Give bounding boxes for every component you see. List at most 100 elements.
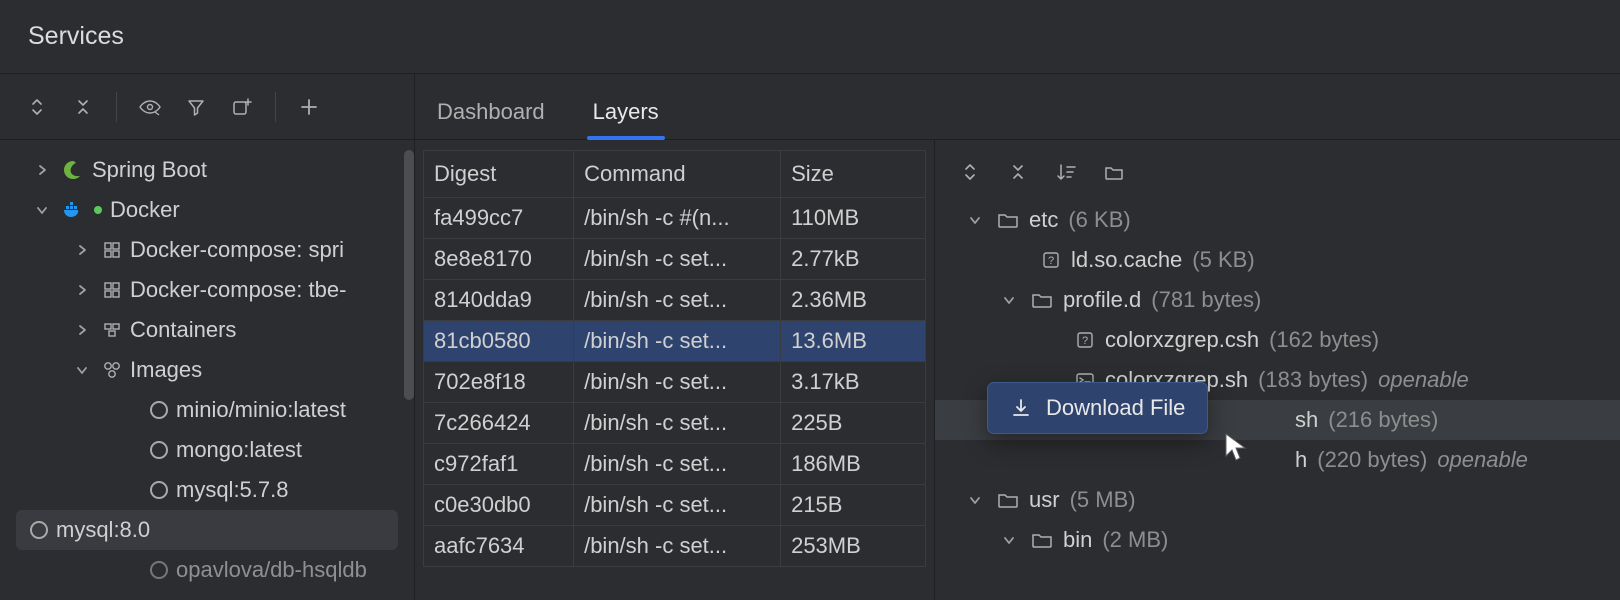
cell-command: /bin/sh -c set... bbox=[574, 280, 781, 321]
ft-folder-profiled[interactable]: profile.d (781 bytes) bbox=[935, 280, 1620, 320]
ft-name: sh bbox=[1295, 407, 1318, 433]
cell-command: /bin/sh -c set... bbox=[574, 239, 781, 280]
tab-dashboard[interactable]: Dashboard bbox=[433, 99, 549, 139]
chevron-down-icon bbox=[997, 533, 1021, 547]
folder-icon bbox=[1031, 291, 1053, 309]
services-title-bar: Services bbox=[0, 0, 1620, 74]
eye-icon[interactable] bbox=[129, 86, 171, 128]
tree-docker[interactable]: Docker bbox=[0, 190, 414, 230]
layers-table: Digest Command Size fa499cc7/bin/sh -c #… bbox=[415, 140, 935, 600]
expand-collapse-icon[interactable] bbox=[949, 151, 991, 193]
table-header-row: Digest Command Size bbox=[424, 151, 926, 198]
scrollbar-thumb[interactable] bbox=[404, 150, 414, 400]
tree-image-item[interactable]: mongo:latest bbox=[0, 430, 414, 470]
download-icon bbox=[1010, 397, 1032, 419]
svg-text:?: ? bbox=[1048, 255, 1054, 267]
table-row[interactable]: 7c266424/bin/sh -c set...225B bbox=[424, 403, 926, 444]
ft-openable: openable bbox=[1437, 447, 1528, 473]
file-tree-toolbar bbox=[935, 144, 1620, 200]
tree-label: mysql:5.7.8 bbox=[176, 477, 289, 503]
cell-digest: 8e8e8170 bbox=[424, 239, 574, 280]
filter-icon[interactable] bbox=[175, 86, 217, 128]
col-digest[interactable]: Digest bbox=[424, 151, 574, 198]
ft-folder-etc[interactable]: etc (6 KB) bbox=[935, 200, 1620, 240]
ft-name: colorxzgrep.csh bbox=[1105, 327, 1259, 353]
services-toolbar bbox=[0, 74, 414, 140]
ft-size: (5 KB) bbox=[1192, 247, 1254, 273]
cell-command: /bin/sh -c set... bbox=[574, 526, 781, 567]
tree-image-item[interactable]: opavlova/db-hsqldb bbox=[0, 550, 414, 590]
cell-command: /bin/sh -c set... bbox=[574, 485, 781, 526]
ft-name: ld.so.cache bbox=[1071, 247, 1182, 273]
tree-spring-boot[interactable]: Spring Boot bbox=[0, 150, 414, 190]
image-icon bbox=[150, 441, 168, 459]
table-row[interactable]: aafc7634/bin/sh -c set...253MB bbox=[424, 526, 926, 567]
cell-size: 2.36MB bbox=[781, 280, 926, 321]
ft-folder-usr[interactable]: usr (5 MB) bbox=[935, 480, 1620, 520]
services-left-panel: Spring Boot Docker Docker-compose: spri … bbox=[0, 74, 415, 600]
image-icon bbox=[150, 561, 168, 579]
table-row[interactable]: c972faf1/bin/sh -c set...186MB bbox=[424, 444, 926, 485]
cell-digest: 8140dda9 bbox=[424, 280, 574, 321]
add-icon[interactable] bbox=[288, 86, 330, 128]
tab-layers[interactable]: Layers bbox=[589, 99, 663, 139]
images-icon bbox=[102, 360, 122, 380]
chevron-right-icon bbox=[30, 163, 54, 177]
ft-name: etc bbox=[1029, 207, 1058, 233]
tabs: Dashboard Layers bbox=[415, 74, 1620, 140]
cell-digest: aafc7634 bbox=[424, 526, 574, 567]
cell-digest: 81cb0580 bbox=[424, 321, 574, 362]
sort-icon[interactable] bbox=[1045, 151, 1087, 193]
ft-size: (781 bytes) bbox=[1151, 287, 1261, 313]
tree-containers[interactable]: Containers bbox=[0, 310, 414, 350]
folder-icon bbox=[997, 491, 1019, 509]
new-group-icon[interactable] bbox=[221, 86, 263, 128]
tree-label: mongo:latest bbox=[176, 437, 302, 463]
ft-file[interactable]: h (220 bytes) openable bbox=[935, 440, 1620, 480]
cell-digest: c0e30db0 bbox=[424, 485, 574, 526]
context-menu-download[interactable]: Download File bbox=[987, 382, 1208, 434]
collapse-all-icon[interactable] bbox=[997, 151, 1039, 193]
col-command[interactable]: Command bbox=[574, 151, 781, 198]
tree-label: opavlova/db-hsqldb bbox=[176, 557, 367, 583]
ft-file[interactable]: ? ld.so.cache (5 KB) bbox=[935, 240, 1620, 280]
ft-size: (183 bytes) bbox=[1258, 367, 1368, 393]
tree-label: Spring Boot bbox=[92, 157, 207, 183]
tree-compose-1[interactable]: Docker-compose: spri bbox=[0, 230, 414, 270]
table-row[interactable]: 8140dda9/bin/sh -c set...2.36MB bbox=[424, 280, 926, 321]
table-row[interactable]: c0e30db0/bin/sh -c set...215B bbox=[424, 485, 926, 526]
col-size[interactable]: Size bbox=[781, 151, 926, 198]
cell-digest: c972faf1 bbox=[424, 444, 574, 485]
expand-collapse-icon[interactable] bbox=[16, 86, 58, 128]
ft-name: profile.d bbox=[1063, 287, 1141, 313]
collapse-all-icon[interactable] bbox=[62, 86, 104, 128]
cell-command: /bin/sh -c set... bbox=[574, 403, 781, 444]
ft-size: (6 KB) bbox=[1068, 207, 1130, 233]
tree-label: Containers bbox=[130, 317, 236, 343]
tree-image-item[interactable]: minio/minio:latest bbox=[0, 390, 414, 430]
tree-image-item-selected[interactable]: mysql:8.0 bbox=[16, 510, 398, 550]
table-row[interactable]: fa499cc7/bin/sh -c #(n...110MB bbox=[424, 198, 926, 239]
folder-icon[interactable] bbox=[1093, 151, 1135, 193]
services-tree: Spring Boot Docker Docker-compose: spri … bbox=[0, 140, 414, 600]
tree-images[interactable]: Images bbox=[0, 350, 414, 390]
chevron-down-icon bbox=[997, 293, 1021, 307]
docker-icon bbox=[62, 200, 86, 220]
table-row[interactable]: 702e8f18/bin/sh -c set...3.17kB bbox=[424, 362, 926, 403]
cell-command: /bin/sh -c set... bbox=[574, 444, 781, 485]
panel-title: Services bbox=[28, 22, 124, 51]
cell-command: /bin/sh -c set... bbox=[574, 321, 781, 362]
tree-label: Docker bbox=[110, 197, 180, 223]
ft-file[interactable]: ? colorxzgrep.csh (162 bytes) bbox=[935, 320, 1620, 360]
ft-folder-bin[interactable]: bin (2 MB) bbox=[935, 520, 1620, 560]
tree-image-item[interactable]: mysql:5.7.8 bbox=[0, 470, 414, 510]
tree-compose-2[interactable]: Docker-compose: tbe- bbox=[0, 270, 414, 310]
chevron-down-icon bbox=[30, 203, 54, 217]
cell-size: 215B bbox=[781, 485, 926, 526]
ft-size: (2 MB) bbox=[1102, 527, 1168, 553]
chevron-right-icon bbox=[70, 283, 94, 297]
table-row[interactable]: 81cb0580/bin/sh -c set...13.6MB bbox=[424, 321, 926, 362]
status-dot-icon bbox=[94, 206, 102, 214]
table-row[interactable]: 8e8e8170/bin/sh -c set...2.77kB bbox=[424, 239, 926, 280]
ft-name: h bbox=[1295, 447, 1307, 473]
